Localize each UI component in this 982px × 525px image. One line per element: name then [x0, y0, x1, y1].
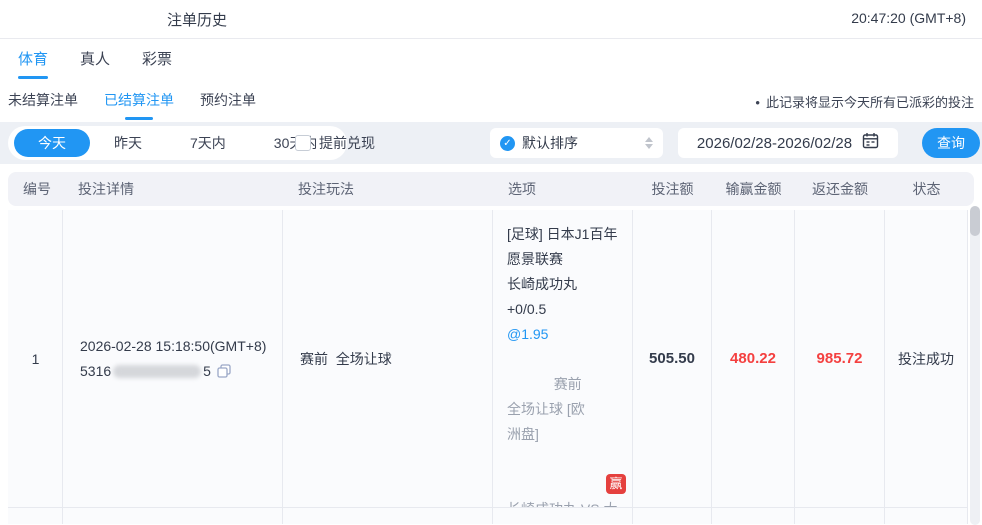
- col-header-win-loss: 输赢金额: [725, 181, 782, 197]
- vertical-scrollbar[interactable]: [970, 206, 980, 525]
- table-header: 编号 投注详情 投注玩法 选项 投注额 输赢金额 返还金额 状态: [8, 172, 974, 206]
- cell-number: 1: [8, 210, 63, 507]
- range-7days-button[interactable]: 7天内: [166, 129, 250, 157]
- selection-odds: @1.95: [507, 326, 549, 342]
- range-yesterday-button[interactable]: 昨天: [90, 129, 166, 157]
- early-cashout-label: 提前兑现: [319, 135, 375, 151]
- category-tabs: 体育 真人 彩票: [18, 48, 172, 83]
- win-badge: 赢: [606, 474, 626, 494]
- subtab-settled[interactable]: 已结算注单: [104, 90, 174, 124]
- col-header-payout: 返还金额: [812, 181, 868, 197]
- sort-selected-value: 默认排序: [522, 135, 578, 151]
- col-header-number: 编号: [23, 181, 51, 197]
- date-range-value: 2026/02/28-2026/02/28: [696, 134, 853, 152]
- settled-note: • 此记录将显示今天所有已派彩的投注: [755, 92, 974, 111]
- status-subtabs: 未结算注单 已结算注单 预约注单: [8, 90, 256, 124]
- table-body: 1 2026-02-28 15:18:50(GMT+8) 5316 5 赛前 全…: [8, 210, 968, 525]
- top-bar: 注单历史 20:47:20 (GMT+8): [0, 0, 982, 39]
- cell-selection: [足球] 日本J1百年愿景联赛 长崎成功丸 +0/0.5 @1.95 赛前 全场…: [493, 210, 633, 507]
- settled-note-text: 此记录将显示今天所有已派彩的投注: [765, 95, 974, 110]
- bullet-icon: •: [755, 95, 760, 110]
- clock-display: 20:47:20 (GMT+8): [851, 10, 966, 26]
- filter-bar: 今天 昨天 7天内 30天内 提前兑现 ✓ 默认排序 2026/02/28-20…: [0, 122, 982, 164]
- table-row: 1 2026-02-28 15:18:50(GMT+8) 5316 5 赛前 全…: [8, 210, 968, 508]
- copy-icon[interactable]: [217, 364, 231, 378]
- scrollbar-thumb[interactable]: [970, 206, 980, 236]
- check-circle-icon: ✓: [500, 135, 515, 151]
- selection-pick: 长崎成功丸 +0/0.5: [507, 276, 577, 317]
- bet-time: 2026-02-28 15:18:50(GMT+8): [80, 337, 267, 354]
- col-header-bet-details: 投注详情: [78, 181, 134, 197]
- page-title: 注单历史: [167, 12, 228, 29]
- cell-payout: 985.72: [795, 210, 885, 507]
- col-header-status: 状态: [912, 181, 941, 197]
- col-header-stake: 投注额: [651, 181, 694, 197]
- date-range-input[interactable]: 2026/02/28-2026/02/28: [678, 128, 898, 158]
- cell-stake: 505.50: [633, 210, 712, 507]
- bet-id: 5316 5: [80, 359, 266, 384]
- col-header-selection: 选项: [508, 181, 536, 197]
- sort-caret-icon: [645, 137, 653, 149]
- bet-history-page: 注单历史 20:47:20 (GMT+8) 体育 真人 彩票 未结算注单 已结算…: [0, 0, 982, 525]
- calendar-icon: [862, 132, 879, 154]
- cell-status: 投注成功: [885, 210, 968, 507]
- sort-select[interactable]: ✓ 默认排序: [490, 128, 663, 158]
- cell-win-loss: 480.22: [712, 210, 795, 507]
- bet-id-suffix: 5: [203, 362, 211, 379]
- col-header-bet-type: 投注玩法: [298, 181, 354, 197]
- subtab-reserved[interactable]: 预约注单: [200, 90, 256, 124]
- table-row-partial: [8, 508, 968, 524]
- selection-market: 赛前 全场让球 [欧洲盘] 赢: [507, 347, 626, 497]
- bet-id-prefix: 5316: [80, 362, 112, 379]
- early-cashout-checkbox[interactable]: [295, 135, 311, 151]
- tab-sports[interactable]: 体育: [18, 48, 48, 83]
- cell-bet-details: 2026-02-28 15:18:50(GMT+8) 5316 5: [63, 210, 283, 507]
- bet-id-masked-segment: [113, 364, 202, 378]
- selection-teams: 长崎成功丸 VS 大阪樱花: [507, 497, 620, 507]
- early-cashout-option[interactable]: 提前兑现: [295, 133, 375, 153]
- query-button[interactable]: 查询: [922, 128, 980, 158]
- range-today-button[interactable]: 今天: [14, 129, 90, 157]
- tab-lottery[interactable]: 彩票: [142, 48, 172, 83]
- cell-bet-type: 赛前 全场让球: [283, 210, 493, 507]
- selection-league: [足球] 日本J1百年愿景联赛: [507, 226, 618, 267]
- tab-live-casino[interactable]: 真人: [80, 48, 110, 83]
- subtab-unsettled[interactable]: 未结算注单: [8, 90, 78, 124]
